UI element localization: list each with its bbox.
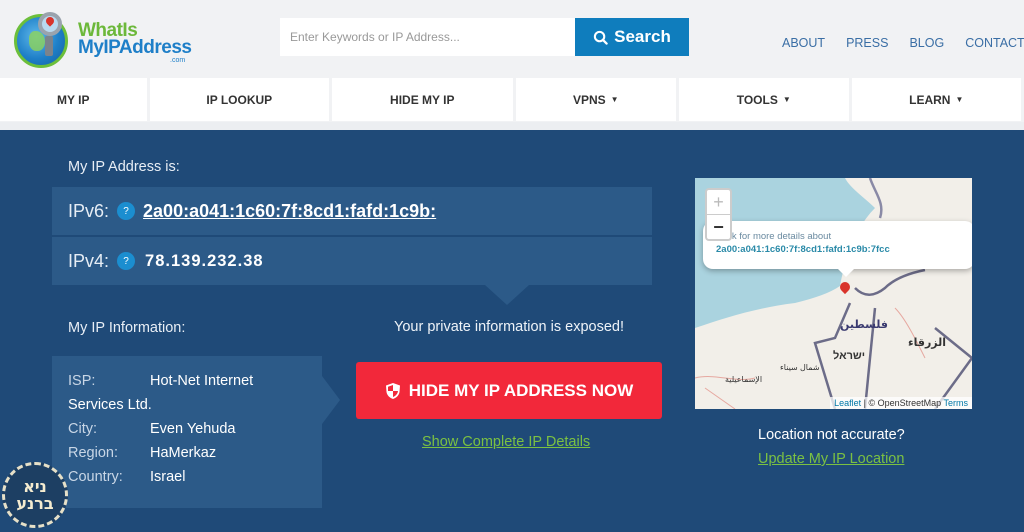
info-panel-pointer	[322, 376, 340, 424]
city-row: City: Even Yehuda	[68, 421, 322, 445]
map-label-ismailia: الإسماعيلية	[725, 375, 763, 384]
isp-value-cont: Services Ltd.	[68, 397, 152, 413]
isp-row: ISP: Hot-Net Internet	[68, 373, 322, 397]
country-value: Israel	[150, 469, 186, 485]
leaflet-link[interactable]: Leaflet	[834, 398, 861, 408]
top-links: ABOUT PRESS BLOG CONTACT	[782, 36, 1024, 50]
terms-link[interactable]: Terms	[944, 398, 969, 408]
search-input[interactable]: Enter Keywords or IP Address...	[280, 18, 576, 56]
map-popup[interactable]: Click for more details about 2a00:a041:1…	[703, 221, 972, 269]
popup-tip	[838, 269, 854, 277]
nav-ip-lookup[interactable]: IP LOOKUP	[149, 78, 330, 121]
osm-credit: © OpenStreetMap	[868, 398, 942, 408]
caret-down-icon: ▼	[955, 95, 964, 104]
nav-my-ip[interactable]: MY IP	[0, 78, 147, 121]
nav-label: VPNS	[572, 92, 606, 107]
region-label: Region:	[68, 445, 118, 461]
nav-learn[interactable]: LEARN ▼	[851, 78, 1022, 121]
country-label: Country:	[68, 469, 123, 485]
caret-down-icon: ▼	[782, 95, 791, 104]
location-question: Location not accurate?	[758, 427, 905, 443]
press-link[interactable]: PRESS	[846, 36, 888, 50]
city-value: Even Yehuda	[150, 421, 236, 437]
zoom-in-button[interactable]: +	[707, 190, 730, 215]
isp-value: Hot-Net Internet	[150, 373, 254, 389]
nav-hide-my-ip[interactable]: HIDE MY IP	[332, 78, 513, 121]
ipv6-value[interactable]: 2a00:a041:1c60:7f:8cd1:fafd:1c9b:	[143, 201, 436, 222]
ipv4-row: IPv4: ? 78.139.232.38	[52, 237, 652, 285]
map-label-north-sinai: شمال سيناء	[780, 363, 820, 372]
map-label-palestine: فلسطين	[840, 319, 888, 331]
ip-panel-pointer	[485, 285, 529, 305]
hide-ip-button[interactable]: HIDE MY IP ADDRESS NOW	[356, 362, 662, 419]
nav-vpns[interactable]: VPNS ▼	[515, 78, 677, 121]
nav-divider	[0, 122, 1024, 130]
map-zoom-control: + −	[705, 188, 732, 241]
main-nav: MY IP IP LOOKUP HIDE MY IP VPNS ▼ TOOLS …	[0, 78, 1024, 122]
ip-address-heading: My IP Address is:	[68, 159, 180, 175]
region-value: HaMerkaz	[150, 445, 217, 461]
map-attribution: Leaflet | © OpenStreetMap Terms	[830, 397, 972, 409]
country-row: Country: Israel	[68, 469, 322, 493]
nav-label: LEARN	[909, 92, 951, 107]
ipv6-label: IPv6:	[68, 200, 110, 221]
magnifier-handle	[45, 36, 53, 56]
caret-down-icon: ▼	[610, 95, 619, 104]
badge-line1: ניא	[23, 477, 47, 496]
ipv6-row: IPv6: ? 2a00:a041:1c60:7f:8cd1:fafd:1c9b…	[52, 187, 652, 235]
watermark-badge: ניא ברנע	[2, 462, 68, 528]
city-label: City:	[68, 421, 97, 437]
nav-label: TOOLS	[736, 92, 778, 107]
site-logo[interactable]: WhatIs MyIPAddress .com	[12, 12, 192, 70]
isp-row-cont: Services Ltd.	[68, 397, 322, 421]
hide-ip-button-label: HIDE MY IP ADDRESS NOW	[408, 380, 634, 400]
site-header: WhatIs MyIPAddress .com Enter Keywords o…	[0, 0, 1024, 78]
nav-label: MY IP	[57, 92, 90, 107]
nav-label: HIDE MY IP	[390, 92, 455, 107]
location-map[interactable]: + − Click for more details about 2a00:a0…	[695, 178, 972, 409]
blog-link[interactable]: BLOG	[909, 36, 944, 50]
main-content: My IP Address is: IPv6: ? 2a00:a041:1c60…	[0, 130, 1024, 532]
region-row: Region: HaMerkaz	[68, 445, 322, 469]
ipv4-value: 78.139.232.38	[145, 251, 264, 270]
shield-icon	[385, 382, 400, 399]
map-label-israel: ישראל	[833, 350, 866, 362]
map-label-zarqa: الزرقاء	[908, 337, 947, 349]
logo-suffix: .com	[170, 57, 186, 64]
ip-info-heading: My IP Information:	[68, 320, 186, 336]
help-icon[interactable]: ?	[117, 252, 136, 270]
nav-tools[interactable]: TOOLS ▼	[679, 78, 849, 121]
isp-label: ISP:	[68, 373, 96, 389]
update-location-link[interactable]: Update My IP Location	[758, 451, 904, 467]
search-button[interactable]: Search	[575, 18, 689, 56]
contact-link[interactable]: CONTACT	[965, 36, 1024, 50]
show-ip-details-link[interactable]: Show Complete IP Details	[422, 434, 590, 450]
search-icon	[593, 30, 608, 45]
ipv4-label: IPv4:	[68, 250, 110, 271]
about-link[interactable]: ABOUT	[782, 36, 825, 50]
ip-info-panel: ISP: Hot-Net Internet Services Ltd. City…	[52, 356, 322, 508]
search-button-label: Search	[614, 27, 671, 46]
help-icon[interactable]: ?	[117, 202, 136, 220]
nav-label: IP LOOKUP	[206, 92, 273, 107]
popup-ip-link[interactable]: 2a00:a041:1c60:7f:8cd1:fafd:1c9b:7fcc	[716, 244, 972, 255]
exposed-warning: Your private information is exposed!	[394, 319, 624, 335]
logo-text-line2: MyIPAddress	[78, 37, 192, 58]
badge-line2: ברנע	[16, 494, 54, 513]
zoom-out-button[interactable]: −	[707, 215, 730, 240]
popup-caption: Click for more details about	[716, 231, 832, 242]
